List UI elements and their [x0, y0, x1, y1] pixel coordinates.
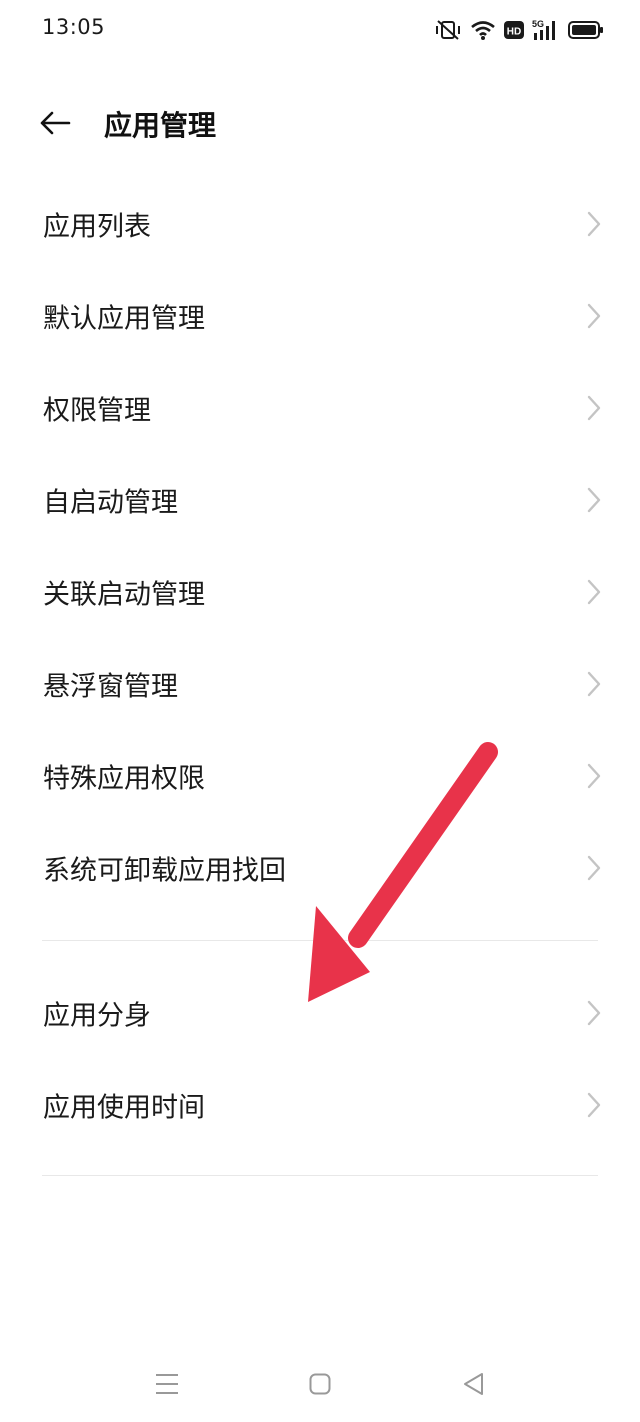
- chevron-right-icon: [584, 209, 604, 239]
- menu-item-autostart[interactable]: 自启动管理: [0, 454, 640, 546]
- menu-item-app-list[interactable]: 应用列表: [0, 178, 640, 270]
- menu-item-permissions[interactable]: 权限管理: [0, 362, 640, 454]
- chevron-right-icon: [584, 998, 604, 1028]
- status-icons: HD 5G: [434, 16, 604, 44]
- back-button[interactable]: [32, 100, 78, 146]
- home-button[interactable]: [300, 1368, 340, 1400]
- back-triangle-icon: [464, 1373, 483, 1395]
- navigation-bar: [0, 1350, 640, 1422]
- recent-apps-button[interactable]: [147, 1368, 187, 1400]
- mute-vibrate-icon: [434, 18, 462, 42]
- menu-item-special-permissions[interactable]: 特殊应用权限: [0, 730, 640, 822]
- battery-icon: [568, 20, 604, 40]
- menu-item-label: 悬浮窗管理: [43, 671, 178, 703]
- chevron-right-icon: [584, 393, 604, 423]
- menu-item-label: 应用分身: [43, 1000, 151, 1032]
- menu-item-app-clone[interactable]: 应用分身: [0, 967, 640, 1059]
- chevron-right-icon: [584, 669, 604, 699]
- back-nav-button[interactable]: [453, 1368, 493, 1400]
- status-time: 13:05: [42, 15, 106, 39]
- status-bar: 13:05 HD 5G: [0, 0, 640, 58]
- section-divider: [42, 1175, 598, 1176]
- menu-item-label: 应用使用时间: [43, 1092, 205, 1124]
- menu-item-label: 系统可卸载应用找回: [43, 855, 286, 887]
- menu-item-associated-start[interactable]: 关联启动管理: [0, 546, 640, 638]
- menu-item-app-usage-time[interactable]: 应用使用时间: [0, 1059, 640, 1151]
- chevron-right-icon: [584, 577, 604, 607]
- chevron-right-icon: [584, 485, 604, 515]
- section-divider: [42, 940, 598, 941]
- menu-item-label: 权限管理: [43, 395, 151, 427]
- arrow-left-icon: [40, 111, 71, 135]
- wifi-icon: [470, 19, 496, 41]
- menu-item-restore-system-apps[interactable]: 系统可卸载应用找回: [0, 822, 640, 914]
- chevron-right-icon: [584, 301, 604, 331]
- menu-item-label: 默认应用管理: [43, 303, 205, 335]
- page-title: 应用管理: [104, 109, 217, 142]
- menu-item-label: 关联启动管理: [43, 579, 205, 611]
- menu-item-label: 应用列表: [43, 211, 151, 243]
- menu-item-default-apps[interactable]: 默认应用管理: [0, 270, 640, 362]
- 5g-signal-icon: 5G: [532, 18, 560, 42]
- hd-icon: HD: [504, 20, 524, 40]
- chevron-right-icon: [584, 853, 604, 883]
- header: 应用管理: [0, 88, 640, 158]
- svg-text:HD: HD: [507, 27, 521, 38]
- chevron-right-icon: [584, 1090, 604, 1120]
- menu-group-1: 应用列表 默认应用管理 权限管理 自启动管理 关联启动管理 悬浮窗管理 特殊应用…: [0, 178, 640, 914]
- svg-text:5G: 5G: [532, 19, 544, 29]
- menu-item-label: 自启动管理: [43, 487, 178, 519]
- menu-group-2: 应用分身 应用使用时间: [0, 967, 640, 1151]
- chevron-right-icon: [584, 761, 604, 791]
- menu-lines-icon: [156, 1374, 178, 1394]
- home-square-icon: [309, 1373, 331, 1395]
- menu-item-floating-window[interactable]: 悬浮窗管理: [0, 638, 640, 730]
- menu-item-label: 特殊应用权限: [43, 763, 205, 795]
